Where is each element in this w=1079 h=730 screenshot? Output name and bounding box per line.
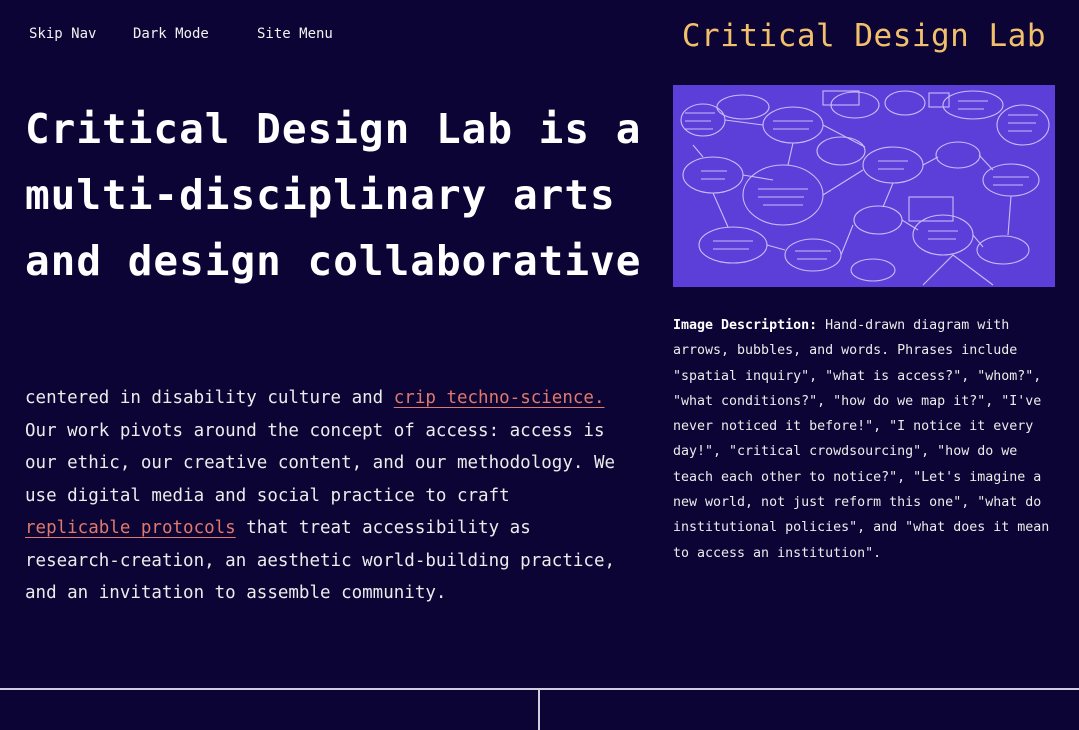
intro-paragraph: centered in disability culture and crip … (25, 382, 625, 610)
intro-text-2: Our work pivots around the concept of ac… (25, 420, 616, 506)
image-description-label: Image Description: (673, 318, 818, 333)
hand-drawn-diagram-image (673, 85, 1055, 287)
dark-mode-toggle[interactable]: Dark Mode (133, 26, 257, 42)
intro-text-1: centered in disability culture and (25, 388, 394, 408)
diagram-sketch (673, 85, 1055, 287)
image-description: Image Description: Hand-drawn diagram wi… (673, 313, 1063, 566)
crip-technoscience-link[interactable]: crip techno-science. (394, 388, 605, 408)
card-divider (538, 690, 540, 730)
replicable-protocols-link[interactable]: replicable protocols (25, 518, 236, 538)
top-nav: Skip Nav Dark Mode Site Menu (29, 26, 367, 42)
site-menu-button[interactable]: Site Menu (257, 26, 367, 42)
page-headline: Critical Design Lab is a multi-disciplin… (25, 105, 642, 285)
bottom-card-row (0, 688, 1079, 730)
site-logo[interactable]: Critical Design Lab (682, 18, 1046, 54)
image-description-text: Hand-drawn diagram with arrows, bubbles,… (673, 318, 1050, 561)
skip-nav-link[interactable]: Skip Nav (29, 26, 133, 42)
